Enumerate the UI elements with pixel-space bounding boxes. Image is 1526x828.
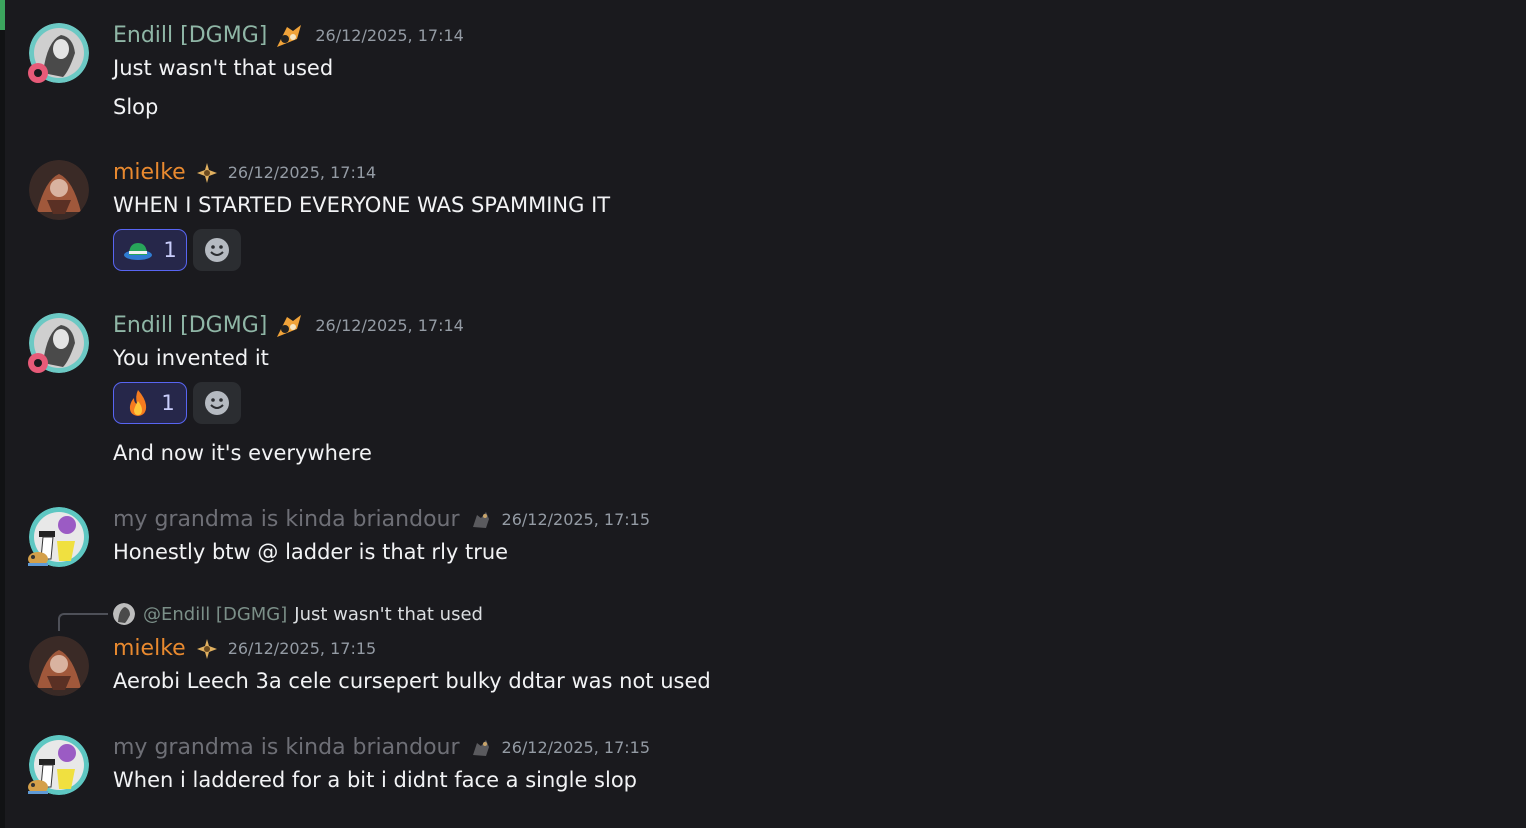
- reply-preview[interactable]: @Endill [DGMG] Just wasn't that used: [113, 602, 483, 626]
- username[interactable]: Endill [DGMG]: [113, 313, 267, 339]
- message-text: And now it's everywhere: [113, 441, 372, 465]
- message-text: Aerobi Leech 3a cele cursepert bulky ddt…: [113, 669, 711, 693]
- timestamp: 26/12/2025, 17:14: [315, 316, 464, 335]
- reply-author[interactable]: @Endill [DGMG]: [143, 604, 287, 625]
- creature-tag-icon[interactable]: [470, 509, 492, 531]
- message-text: When i laddered for a bit i didnt face a…: [113, 768, 638, 792]
- message-text: You invented it: [113, 346, 269, 370]
- fire-emoji-icon: [130, 390, 147, 416]
- smiley-icon: [205, 391, 229, 415]
- hat-emoji-icon: [124, 243, 153, 260]
- pet-decoration-icon: [28, 780, 48, 794]
- timestamp: 26/12/2025, 17:15: [227, 639, 377, 658]
- reply-spine: [58, 613, 108, 631]
- message-header: mielke 26/12/2025, 17:15: [113, 636, 376, 662]
- donut-decoration-icon: [28, 63, 48, 83]
- message-text: Honestly btw @ ladder is that rly true: [113, 540, 509, 564]
- reaction-fire[interactable]: 1: [113, 382, 187, 424]
- message-header: mielke 26/12/2025, 17:14: [113, 160, 376, 186]
- username[interactable]: Endill [DGMG]: [113, 23, 267, 49]
- reaction-count: 1: [163, 238, 177, 262]
- left-rail: [0, 0, 5, 828]
- message-header: Endill [DGMG] 26/12/2025, 17:14: [113, 313, 464, 339]
- sparkle-tag-icon[interactable]: [196, 638, 218, 660]
- add-reaction-button[interactable]: [193, 382, 241, 424]
- unread-marker: [0, 0, 5, 30]
- smiley-icon: [205, 238, 229, 262]
- message-text: Just wasn't that used: [113, 56, 334, 80]
- sparkle-tag-icon[interactable]: [196, 162, 218, 184]
- reactions-bar: 1: [113, 382, 241, 426]
- timestamp: 26/12/2025, 17:14: [315, 26, 464, 45]
- creature-tag-icon[interactable]: [470, 737, 492, 759]
- guild-tag-icon[interactable]: [273, 21, 305, 51]
- timestamp: 26/12/2025, 17:15: [501, 738, 651, 757]
- message-header: Endill [DGMG] 26/12/2025, 17:14: [113, 23, 464, 49]
- avatar-mielke[interactable]: [29, 636, 89, 696]
- reply-text: Just wasn't that used: [294, 603, 483, 625]
- message-text: Slop: [113, 95, 159, 119]
- reactions-bar: 1: [113, 229, 241, 273]
- add-reaction-button[interactable]: [193, 229, 241, 271]
- reply-avatar: [113, 603, 135, 625]
- avatar-mielke[interactable]: [29, 160, 89, 220]
- donut-decoration-icon: [28, 353, 48, 373]
- reaction-count: 1: [161, 391, 175, 415]
- username[interactable]: my grandma is kinda briandour: [113, 507, 460, 533]
- reaction-hat[interactable]: 1: [113, 229, 187, 271]
- pet-decoration-icon: [28, 552, 48, 566]
- username[interactable]: mielke: [113, 160, 186, 186]
- timestamp: 26/12/2025, 17:14: [227, 163, 377, 182]
- guild-tag-icon[interactable]: [273, 311, 305, 341]
- timestamp: 26/12/2025, 17:15: [501, 510, 651, 529]
- username[interactable]: mielke: [113, 636, 186, 662]
- username[interactable]: my grandma is kinda briandour: [113, 735, 460, 761]
- message-text: WHEN I STARTED EVERYONE WAS SPAMMING IT: [113, 193, 611, 217]
- message-header: my grandma is kinda briandour 26/12/2025…: [113, 507, 650, 533]
- message-header: my grandma is kinda briandour 26/12/2025…: [113, 735, 650, 761]
